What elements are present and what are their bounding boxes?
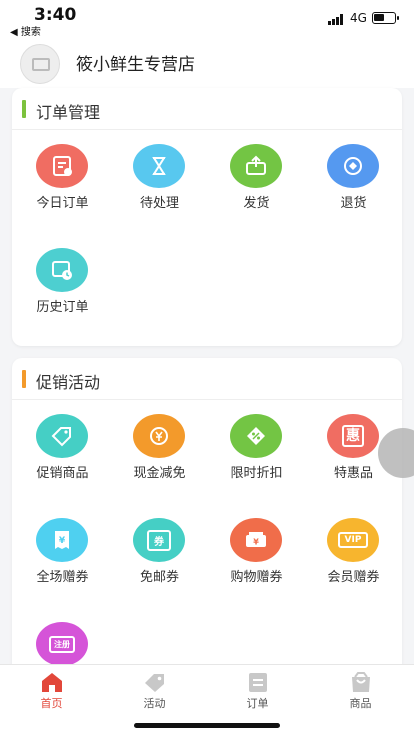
- tab-orders[interactable]: 订单: [206, 669, 309, 717]
- register-gift-icon: 注册: [36, 622, 88, 666]
- tab-activity[interactable]: 活动: [103, 669, 206, 717]
- status-time: 3:40: [34, 5, 77, 25]
- free-shipping-coupon-label: 免邮券: [139, 570, 179, 585]
- cash-coin-icon: [133, 414, 185, 458]
- history-order-button[interactable]: 历史订单: [14, 234, 111, 334]
- special-offer-glyph: 惠: [342, 425, 364, 447]
- discount-icon: [230, 414, 282, 458]
- promo-tag-icon: [36, 414, 88, 458]
- limited-discount-button[interactable]: 限时折扣: [208, 400, 305, 500]
- section-title-promotion: 促销活动: [36, 373, 101, 392]
- return-button[interactable]: 退货: [305, 130, 402, 230]
- store-header: 筱小鲜生专营店: [0, 38, 414, 88]
- free-shipping-coupon-icon: 券: [133, 518, 185, 562]
- svg-text:¥: ¥: [59, 536, 66, 546]
- section-accent-bar: [22, 100, 26, 118]
- cash-reduction-label: 现金减免: [133, 466, 186, 481]
- order-today-label: 今日订单: [36, 196, 89, 211]
- vip-coupon-glyph: VIP: [337, 532, 369, 548]
- network-type: 4G: [350, 11, 367, 25]
- promotion-card: 促销活动 促销商品 现金减免 限时折扣 惠 特惠品 ¥ 全场赠券 券 免邮券 ¥…: [12, 358, 402, 678]
- history-order-icon: [36, 248, 88, 292]
- tab-activity-label: 活动: [143, 697, 166, 710]
- order-list-icon: [246, 671, 270, 693]
- promo-goods-label: 促销商品: [36, 466, 89, 481]
- ship-box-icon: [230, 144, 282, 188]
- store-name: 筱小鲜生专营店: [76, 55, 195, 75]
- goods-icon: [349, 671, 373, 693]
- store-avatar[interactable]: [20, 44, 60, 84]
- tab-goods-label: 商品: [349, 697, 372, 710]
- full-store-coupon-icon: ¥: [36, 518, 88, 562]
- history-order-label: 历史订单: [36, 300, 89, 315]
- order-today-icon: [36, 144, 88, 188]
- full-store-coupon-button[interactable]: ¥ 全场赠券: [14, 504, 111, 604]
- section-accent-bar: [22, 370, 26, 388]
- free-shipping-coupon-glyph: 券: [147, 529, 171, 551]
- order-management-card: 订单管理 今日订单 待处理 发货 退货 历史订单: [12, 88, 402, 346]
- back-to-search-link[interactable]: ◀ 搜索: [10, 23, 41, 38]
- ship-button[interactable]: 发货: [208, 130, 305, 230]
- register-gift-glyph: 注册: [49, 635, 75, 653]
- vip-coupon-icon: VIP: [327, 518, 379, 562]
- full-store-coupon-label: 全场赠券: [36, 570, 89, 585]
- tab-home[interactable]: 首页: [0, 669, 103, 717]
- shopping-coupon-icon: ¥: [230, 518, 282, 562]
- section-title-order-management: 订单管理: [36, 103, 101, 122]
- hourglass-icon: [133, 144, 185, 188]
- special-offer-icon: 惠: [327, 414, 379, 458]
- battery-icon: [372, 12, 399, 24]
- return-icon: [327, 144, 379, 188]
- promo-goods-button[interactable]: 促销商品: [14, 400, 111, 500]
- vip-coupon-label: 会员赠券: [327, 570, 380, 585]
- tag-icon: [143, 671, 167, 693]
- home-indicator: [134, 723, 280, 728]
- signal-icon: [328, 13, 346, 25]
- tab-home-label: 首页: [40, 697, 63, 710]
- cash-reduction-button[interactable]: 现金减免: [111, 400, 208, 500]
- shopping-coupon-button[interactable]: ¥ 购物赠券: [208, 504, 305, 604]
- tab-goods[interactable]: 商品: [309, 669, 412, 717]
- order-today-button[interactable]: 今日订单: [14, 130, 111, 230]
- pending-label: 待处理: [139, 196, 179, 211]
- status-bar: 3:40 ◀ 搜索 4G: [0, 0, 414, 38]
- ship-label: 发货: [243, 196, 270, 211]
- free-shipping-coupon-button[interactable]: 券 免邮券: [111, 504, 208, 604]
- return-label: 退货: [340, 196, 367, 211]
- tab-orders-label: 订单: [246, 697, 269, 710]
- home-icon: [40, 671, 64, 693]
- limited-discount-label: 限时折扣: [230, 466, 283, 481]
- svg-text:¥: ¥: [253, 538, 259, 547]
- shopping-coupon-label: 购物赠券: [230, 570, 283, 585]
- pending-button[interactable]: 待处理: [111, 130, 208, 230]
- vip-coupon-button[interactable]: VIP 会员赠券: [305, 504, 402, 604]
